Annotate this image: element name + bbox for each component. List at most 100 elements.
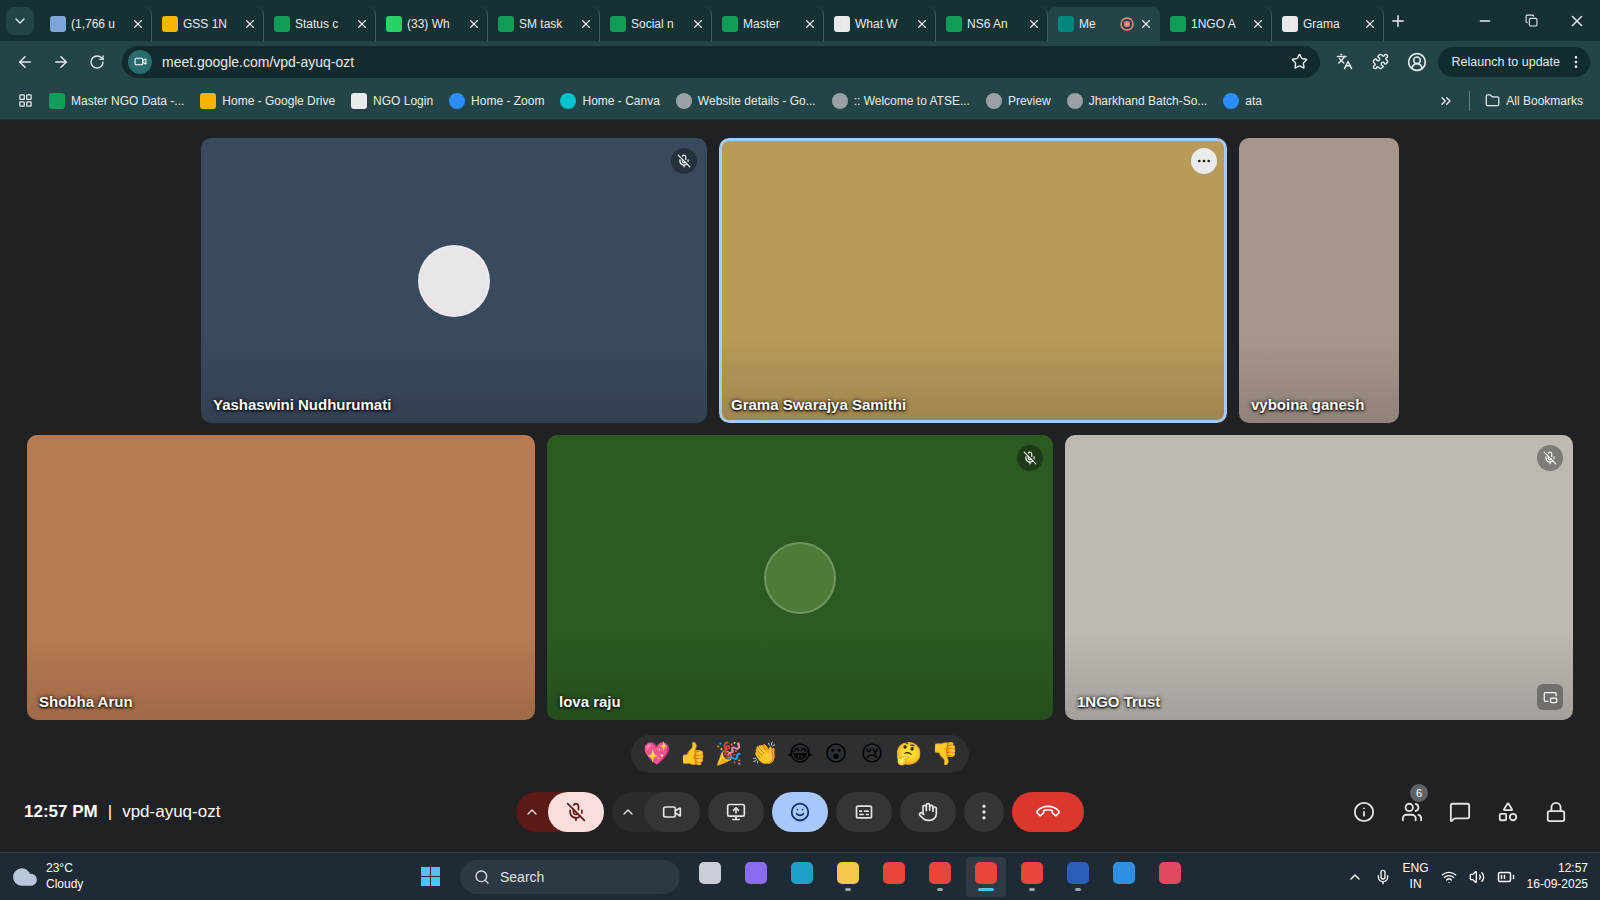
close-tab-icon[interactable] <box>467 17 481 31</box>
reaction-button[interactable]: 👏 <box>747 737 781 771</box>
info-button[interactable] <box>1344 792 1384 832</box>
close-tab-icon[interactable] <box>1139 17 1153 31</box>
taskbar-app[interactable] <box>1058 857 1098 897</box>
browser-tab[interactable]: What W <box>824 7 936 41</box>
picture-in-picture-button[interactable] <box>1537 684 1563 710</box>
audio-options-button[interactable] <box>516 792 548 832</box>
bookmark-item[interactable]: Home - Canva <box>553 89 666 113</box>
tile-menu-button[interactable] <box>1191 148 1217 174</box>
bookmark-item[interactable]: Jharkhand Batch-So... <box>1060 89 1215 113</box>
browser-tab[interactable]: Me <box>1048 7 1160 41</box>
start-button[interactable] <box>410 857 450 897</box>
close-tab-icon[interactable] <box>1251 17 1265 31</box>
more-button[interactable] <box>964 792 1004 832</box>
bookmark-item[interactable]: Preview <box>979 89 1058 113</box>
bookmark-item[interactable]: Website details - Go... <box>669 89 823 113</box>
bookmark-item[interactable]: NGO Login <box>344 89 440 113</box>
taskbar-app[interactable] <box>920 857 960 897</box>
video-options-button[interactable] <box>612 792 644 832</box>
leave-call-button[interactable] <box>1012 792 1084 832</box>
captions-button[interactable] <box>836 792 892 832</box>
taskbar-search[interactable]: Search <box>460 860 680 894</box>
all-bookmarks-button[interactable]: All Bookmarks <box>1478 89 1590 112</box>
taskbar-app[interactable] <box>828 857 868 897</box>
participant-tile[interactable]: vyboina ganesh <box>1239 138 1399 423</box>
reload-button[interactable] <box>82 47 112 77</box>
close-tab-icon[interactable] <box>1027 17 1041 31</box>
activities-button[interactable] <box>1488 792 1528 832</box>
participant-tile[interactable]: Yashaswini Nudhurumati <box>201 138 707 423</box>
apps-button[interactable] <box>10 86 40 116</box>
raise-hand-button[interactable] <box>900 792 956 832</box>
new-tab-button[interactable] <box>1384 7 1412 35</box>
close-tab-icon[interactable] <box>915 17 929 31</box>
bookmark-item[interactable]: Master NGO Data -... <box>42 89 191 113</box>
chat-button[interactable] <box>1440 792 1480 832</box>
extensions-button[interactable] <box>1366 47 1396 77</box>
taskbar-app[interactable] <box>1150 857 1190 897</box>
reaction-button[interactable]: 👎 <box>927 737 961 771</box>
participant-tile[interactable]: Shobha Arun <box>27 435 535 720</box>
close-tab-icon[interactable] <box>691 17 705 31</box>
reaction-button[interactable]: 😢 <box>855 737 889 771</box>
participant-tile[interactable]: 1NGO Trust <box>1065 435 1573 720</box>
reaction-button[interactable]: 💖 <box>639 737 673 771</box>
bookmark-item[interactable]: Home - Zoom <box>442 89 551 113</box>
browser-tab[interactable]: (33) Wh <box>376 7 488 41</box>
mic-button[interactable] <box>548 792 604 832</box>
browser-tab[interactable]: SM task <box>488 7 600 41</box>
taskbar-app[interactable] <box>690 857 730 897</box>
taskbar-app[interactable] <box>1012 857 1052 897</box>
bookmark-item[interactable]: ata <box>1216 89 1269 113</box>
close-window-button[interactable] <box>1554 0 1600 41</box>
browser-tab[interactable]: Social n <box>600 7 712 41</box>
participant-tile[interactable]: lova raju <box>547 435 1053 720</box>
close-tab-icon[interactable] <box>1363 17 1377 31</box>
browser-tab[interactable]: Master <box>712 7 824 41</box>
people-button[interactable]: 6 <box>1392 792 1432 832</box>
back-button[interactable] <box>10 47 40 77</box>
hidden-icons-icon[interactable] <box>1347 869 1363 885</box>
close-tab-icon[interactable] <box>803 17 817 31</box>
taskbar-app[interactable] <box>736 857 776 897</box>
reaction-button[interactable]: 🤔 <box>891 737 925 771</box>
taskbar-app[interactable] <box>782 857 822 897</box>
restore-button[interactable] <box>1508 0 1554 41</box>
close-tab-icon[interactable] <box>579 17 593 31</box>
host-controls-button[interactable] <box>1536 792 1576 832</box>
input-language[interactable]: ENGIN <box>1403 861 1429 892</box>
weather-widget[interactable]: 23°CCloudy <box>12 861 410 892</box>
bookmark-item[interactable]: :: Welcome to ATSE... <box>825 89 977 113</box>
close-tab-icon[interactable] <box>355 17 369 31</box>
taskbar-app[interactable] <box>1104 857 1144 897</box>
bookmark-item[interactable]: Home - Google Drive <box>193 89 342 113</box>
browser-tab[interactable]: (1,766 u <box>40 7 152 41</box>
close-tab-icon[interactable] <box>131 17 145 31</box>
reactions-button[interactable] <box>772 792 828 832</box>
browser-tab[interactable]: Status c <box>264 7 376 41</box>
browser-tab[interactable]: NS6 An <box>936 7 1048 41</box>
present-button[interactable] <box>708 792 764 832</box>
relaunch-button[interactable]: Relaunch to update <box>1438 47 1590 77</box>
more-bookmarks-button[interactable] <box>1431 86 1461 116</box>
tab-search-button[interactable] <box>6 7 34 35</box>
taskbar-app[interactable] <box>966 857 1006 897</box>
close-tab-icon[interactable] <box>243 17 257 31</box>
minimize-button[interactable] <box>1462 0 1508 41</box>
bookmark-star-icon[interactable] <box>1291 53 1308 70</box>
clock[interactable]: 12:5716-09-2025 <box>1527 861 1588 892</box>
reaction-button[interactable]: 🎉 <box>711 737 745 771</box>
reaction-button[interactable]: 👍 <box>675 737 709 771</box>
forward-button[interactable] <box>46 47 76 77</box>
browser-tab[interactable]: 1NGO A <box>1160 7 1272 41</box>
participant-tile[interactable]: Grama Swarajya Samithi <box>719 138 1227 423</box>
camera-button[interactable] <box>644 792 700 832</box>
profile-button[interactable] <box>1402 47 1432 77</box>
translate-button[interactable] <box>1330 47 1360 77</box>
taskbar-app[interactable] <box>874 857 914 897</box>
browser-tab[interactable]: Grama <box>1272 7 1384 41</box>
address-bar[interactable]: meet.google.com/vpd-ayuq-ozt <box>122 46 1320 78</box>
browser-tab[interactable]: GSS 1N <box>152 7 264 41</box>
reaction-button[interactable]: 😮 <box>819 737 853 771</box>
reaction-button[interactable]: 😂 <box>783 737 817 771</box>
